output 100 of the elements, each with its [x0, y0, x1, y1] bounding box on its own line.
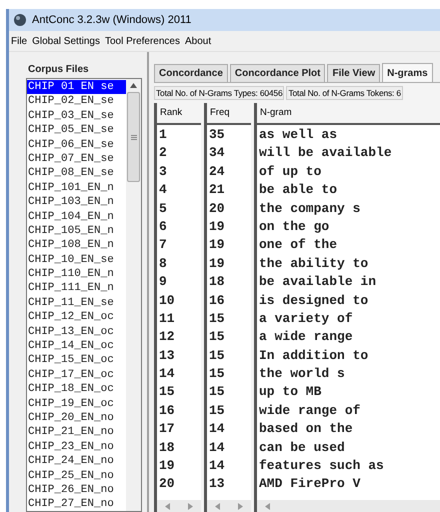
corpus-file-row[interactable]: CHIP_21_EN_no [27, 425, 126, 440]
tab[interactable]: Concordance [154, 64, 228, 82]
corpus-file-row[interactable]: CHIP_14_EN_oc [27, 339, 126, 354]
menu-item[interactable]: About [185, 36, 212, 46]
corpus-file-row[interactable]: CHIP_07_EN_se [27, 152, 126, 166]
table-cell-text: AMD FirePro V [258, 475, 362, 494]
table-cell-text: 20 [158, 475, 176, 494]
corpus-file-row[interactable]: CHIP_108_EN_n [27, 238, 126, 253]
corpus-file-row[interactable]: CHIP_26_EN_no [27, 482, 126, 498]
scrollbar[interactable] [257, 500, 440, 512]
table-cell-text: 14 [208, 457, 226, 476]
corpus-file-row[interactable]: CHIP_25_EN_no [27, 468, 126, 483]
corpus-file-row[interactable]: CHIP_24_EN_no [27, 454, 126, 469]
table-cell-text: 15 [208, 383, 226, 402]
table-cell-text: 16 [208, 292, 226, 310]
table-cell-text: 20 [208, 200, 226, 218]
scroll-left-icon[interactable] [165, 502, 170, 510]
table-cell-text: 15 [208, 346, 226, 365]
tab[interactable]: N-grams [382, 63, 433, 82]
table-cell-text: 13 [158, 346, 176, 365]
table-cell-text: is designed to [258, 292, 370, 310]
table-cell-text: wide range of [258, 402, 362, 420]
corpus-file-row[interactable]: CHIP_104_EN_n [27, 210, 126, 224]
table-cell-text: 15 [158, 383, 176, 402]
table-cell-text: 9 [158, 273, 168, 292]
table-cell-text: be able to [258, 181, 338, 200]
table-cell-text: 19 [208, 254, 226, 273]
table-cell-text: 5 [158, 200, 168, 218]
scroll-left-icon[interactable] [265, 502, 270, 510]
corpus-file-row[interactable]: CHIP_06_EN_se [27, 138, 126, 152]
table-cell-text: of up to [258, 162, 322, 181]
table-cell-text: 7 [158, 236, 168, 254]
table-cell-text: a variety of [258, 310, 354, 328]
table-cell-text: on the go [258, 218, 330, 236]
table-cell-text: 19 [158, 457, 176, 476]
table-cell-text: 18 [208, 273, 226, 292]
scroll-up-icon[interactable] [130, 83, 137, 88]
table-cell-text: can be used [258, 438, 346, 457]
app-icon [13, 13, 27, 27]
corpus-file-row[interactable]: CHIP_27_EN_no [27, 497, 126, 511]
panel-title: Corpus Files [28, 64, 90, 75]
corpus-file-row[interactable]: CHIP_20_EN_no [27, 410, 126, 426]
table-cell-text: 13 [208, 475, 226, 494]
table-cell-text: 15 [208, 402, 226, 420]
scrollbar[interactable] [126, 79, 141, 511]
table-cell-text: 19 [208, 218, 226, 236]
corpus-file-row[interactable]: CHIP_23_EN_no [27, 440, 126, 454]
corpus-file-row[interactable]: CHIP_10_EN_se [27, 252, 126, 268]
table-cell-text: 17 [158, 420, 176, 438]
corpus-file-row[interactable]: CHIP_12_EN_oc [27, 310, 126, 325]
table-cell-text: 15 [208, 310, 226, 328]
corpus-file-row[interactable]: CHIP_18_EN_oc [27, 382, 126, 397]
table-cell-text: 8 [158, 254, 168, 273]
table-cell-text: 18 [158, 438, 176, 457]
table-cell-text: 35 [208, 126, 226, 144]
table-cell-text: 12 [158, 328, 176, 346]
table-cell-text: 34 [208, 144, 226, 162]
table-cell-text: will be available [258, 144, 393, 162]
table-cell-text: the company s [258, 200, 362, 218]
corpus-file-row[interactable]: CHIP_05_EN_se [27, 123, 126, 138]
menu-item[interactable]: File [11, 36, 28, 46]
scroll-right-icon[interactable] [188, 502, 193, 510]
scrollbar[interactable] [207, 500, 251, 512]
corpus-file-row[interactable]: CHIP_103_EN_n [27, 195, 126, 210]
corpus-file-row[interactable]: CHIP_19_EN_oc [27, 396, 126, 411]
corpus-file-row[interactable]: CHIP_110_EN_n [27, 267, 126, 282]
stat-label: Total No. of N-Grams Tokens: 6 [286, 86, 403, 100]
table-cell-text: features such as [258, 457, 385, 476]
scroll-right-icon[interactable] [238, 502, 243, 510]
tab[interactable]: File View [327, 64, 380, 82]
corpus-file-row[interactable]: CHIP_08_EN_se [27, 166, 126, 181]
table-cell-text: based on the [258, 420, 354, 438]
corpus-file-row[interactable]: CHIP_105_EN_n [27, 224, 126, 238]
table-cell-text: 11 [158, 310, 176, 328]
corpus-file-row[interactable]: CHIP_11_EN_se [27, 296, 126, 310]
corpus-file-row[interactable]: CHIP_111_EN_n [27, 281, 126, 296]
corpus-file-row[interactable]: CHIP_02_EN_se [27, 94, 126, 109]
table-cell-text: 19 [208, 236, 226, 254]
corpus-file-row[interactable]: CHIP_03_EN_se [27, 108, 126, 124]
corpus-file-row[interactable]: CHIP_17_EN_oc [27, 368, 126, 382]
tab[interactable]: Concordance Plot [230, 64, 326, 82]
corpus-file-row[interactable]: CHIP_15_EN_oc [27, 353, 126, 368]
scroll-left-icon[interactable] [215, 502, 220, 510]
table-cell-text: the ability to [258, 254, 370, 273]
menu-item[interactable]: Tool Preferences [104, 36, 180, 46]
table-cell-text: 14 [208, 420, 226, 438]
corpus-file-row[interactable]: CHIP 01 EN se [27, 80, 126, 94]
scrollbar[interactable] [157, 500, 201, 512]
table-cell-text: 15 [208, 328, 226, 346]
table-cell-text: 15 [208, 365, 226, 384]
table-cell-text: 14 [158, 365, 176, 384]
table-cell-text: 4 [158, 181, 168, 200]
corpus-file-row[interactable]: CHIP_101_EN_n [27, 180, 126, 196]
menu-item[interactable]: Global Settings [32, 36, 100, 46]
table-cell-text: one of the [258, 236, 338, 254]
table-cell-text: up to MB [258, 383, 322, 402]
table-cell-text: 24 [208, 162, 226, 181]
grip-icon [130, 134, 136, 140]
corpus-file-row[interactable]: CHIP_13_EN_oc [27, 324, 126, 340]
table-cell-text: In addition to [258, 346, 370, 365]
